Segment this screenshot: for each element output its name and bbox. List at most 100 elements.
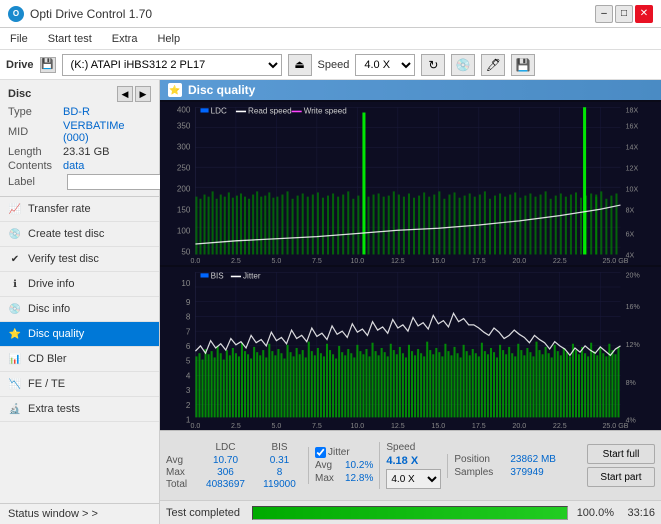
max-ldc-value: 306 xyxy=(198,467,253,478)
create-test-disc-icon: 💿 xyxy=(8,227,22,241)
sidebar-item-cd-bler[interactable]: 📊 CD Bler xyxy=(0,347,159,372)
disc-info-panel: Disc ◀ ▶ Type BD-R MID VERBATIMe (000) L… xyxy=(0,80,159,197)
sidebar-item-disc-quality[interactable]: ⭐ Disc quality xyxy=(0,322,159,347)
jitter-label: Jitter xyxy=(328,447,350,458)
verify-test-disc-icon: ✔ xyxy=(8,252,22,266)
maximize-button[interactable]: □ xyxy=(615,5,633,23)
svg-text:15.0: 15.0 xyxy=(431,256,445,265)
progress-track xyxy=(252,506,568,520)
disc-quality-icon: ⭐ xyxy=(8,327,22,341)
position-value: 23862 MB xyxy=(510,454,556,465)
max-row: Max 306 8 xyxy=(166,467,302,478)
action-buttons: Start full Start part xyxy=(587,444,655,487)
svg-text:Read speed: Read speed xyxy=(248,106,292,115)
fe-te-icon: 📉 xyxy=(8,377,22,391)
disc-contents-value: data xyxy=(63,160,84,172)
menu-help[interactable]: Help xyxy=(153,32,184,46)
svg-text:20%: 20% xyxy=(626,270,641,279)
svg-text:12%: 12% xyxy=(626,340,641,349)
svg-text:10.0: 10.0 xyxy=(350,256,364,265)
app-icon: O xyxy=(8,6,24,22)
ldc-col-header: LDC xyxy=(198,442,253,453)
drive-icon: 💾 xyxy=(40,57,56,73)
drive-select[interactable]: (K:) ATAPI iHBS312 2 PL17 xyxy=(62,54,282,76)
speed-stats-label: Speed xyxy=(386,442,441,453)
svg-text:12.5: 12.5 xyxy=(391,256,405,265)
disc-action-icon1[interactable]: 💿 xyxy=(451,54,475,76)
svg-text:LDC: LDC xyxy=(211,106,227,115)
svg-text:Jitter: Jitter xyxy=(243,271,261,280)
minimize-button[interactable]: – xyxy=(595,5,613,23)
svg-text:2: 2 xyxy=(186,401,191,410)
max-bis-value: 8 xyxy=(257,467,302,478)
svg-text:8%: 8% xyxy=(626,378,637,387)
menu-start-test[interactable]: Start test xyxy=(44,32,96,46)
jitter-stats: Jitter Avg 10.2% Max 12.8% xyxy=(308,447,373,484)
total-ldc-value: 4083697 xyxy=(198,479,253,490)
extra-tests-icon: 🔬 xyxy=(8,402,22,416)
svg-text:12.5: 12.5 xyxy=(391,421,405,430)
refresh-icon[interactable]: ↻ xyxy=(421,54,445,76)
disc-length-row: Length 23.31 GB xyxy=(8,146,151,158)
disc-icon-left[interactable]: ◀ xyxy=(117,86,133,102)
svg-text:17.5: 17.5 xyxy=(472,421,486,430)
eject-button[interactable]: ⏏ xyxy=(288,54,312,76)
jitter-checkbox[interactable] xyxy=(315,447,326,458)
svg-text:100: 100 xyxy=(177,226,191,235)
progress-label: Test completed xyxy=(166,507,246,519)
disc-info-label: Disc info xyxy=(28,303,70,315)
position-label: Position xyxy=(454,454,506,465)
chart1-svg: 50 100 150 200 250 300 350 400 4X 6X 8X … xyxy=(160,102,661,265)
svg-text:17.5: 17.5 xyxy=(472,256,486,265)
svg-text:6: 6 xyxy=(186,342,191,351)
svg-text:10X: 10X xyxy=(626,184,639,193)
avg-jitter-label: Avg xyxy=(315,460,343,471)
drive-info-label: Drive info xyxy=(28,278,74,290)
sidebar-item-transfer-rate[interactable]: 📈 Transfer rate xyxy=(0,197,159,222)
sidebar-item-create-test-disc[interactable]: 💿 Create test disc xyxy=(0,222,159,247)
sidebar-item-extra-tests[interactable]: 🔬 Extra tests xyxy=(0,397,159,422)
disc-type-value: BD-R xyxy=(63,106,90,118)
speed-select[interactable]: 4.0 X xyxy=(355,54,415,76)
speed-stats-select[interactable]: 4.0 X xyxy=(386,469,441,489)
charts-container: 50 100 150 200 250 300 350 400 4X 6X 8X … xyxy=(160,100,661,430)
disc-section-title: Disc xyxy=(8,88,31,100)
menu-file[interactable]: File xyxy=(6,32,32,46)
disc-action-icon2[interactable]: 🖊 xyxy=(481,54,505,76)
create-test-disc-label: Create test disc xyxy=(28,228,104,240)
svg-text:BIS: BIS xyxy=(211,271,225,280)
progress-fill xyxy=(253,507,567,519)
svg-text:5.0: 5.0 xyxy=(271,256,281,265)
start-full-button[interactable]: Start full xyxy=(587,444,655,464)
svg-text:18X: 18X xyxy=(626,105,639,114)
disc-icon-right[interactable]: ▶ xyxy=(135,86,151,102)
disc-contents-row: Contents data xyxy=(8,160,151,172)
status-window-button[interactable]: Status window > > xyxy=(0,503,159,524)
close-button[interactable]: ✕ xyxy=(635,5,653,23)
sidebar-item-drive-info[interactable]: ℹ Drive info xyxy=(0,272,159,297)
total-row: Total 4083697 119000 xyxy=(166,479,302,490)
svg-text:50: 50 xyxy=(181,247,190,256)
avg-row: Avg 10.70 0.31 xyxy=(166,455,302,466)
svg-text:9: 9 xyxy=(186,298,191,307)
svg-text:Write speed: Write speed xyxy=(304,106,347,115)
svg-text:7.5: 7.5 xyxy=(312,421,322,430)
sidebar-item-fe-te[interactable]: 📉 FE / TE xyxy=(0,372,159,397)
avg-jitter-value: 10.2% xyxy=(345,460,373,471)
menu-extra[interactable]: Extra xyxy=(108,32,142,46)
svg-text:22.5: 22.5 xyxy=(553,256,567,265)
disc-mid-row: MID VERBATIMe (000) xyxy=(8,120,151,144)
save-icon[interactable]: 💾 xyxy=(511,54,535,76)
disc-type-label: Type xyxy=(8,106,63,118)
svg-text:3: 3 xyxy=(186,386,191,395)
speed-current-value: 4.18 X xyxy=(386,455,441,467)
svg-text:200: 200 xyxy=(177,184,191,193)
sidebar-item-verify-test-disc[interactable]: ✔ Verify test disc xyxy=(0,247,159,272)
sidebar-item-disc-info[interactable]: 💿 Disc info xyxy=(0,297,159,322)
start-part-button[interactable]: Start part xyxy=(587,467,655,487)
drive-info-icon: ℹ xyxy=(8,277,22,291)
svg-text:2.5: 2.5 xyxy=(231,256,241,265)
disc-info-icon: 💿 xyxy=(8,302,22,316)
svg-text:22.5: 22.5 xyxy=(553,421,567,430)
sidebar: Disc ◀ ▶ Type BD-R MID VERBATIMe (000) L… xyxy=(0,80,160,524)
